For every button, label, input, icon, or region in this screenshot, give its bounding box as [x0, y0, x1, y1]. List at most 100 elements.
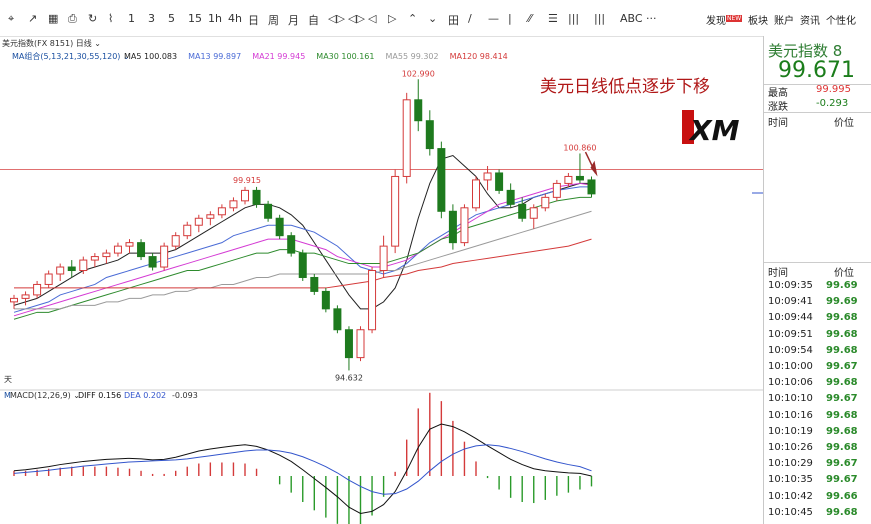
personalize-button[interactable]: 个性化 [826, 12, 856, 27]
candle-body [275, 217, 284, 237]
toolbar-item[interactable]: 日 [248, 12, 259, 28]
toolbar-item[interactable]: 1 [128, 12, 135, 25]
candle-body [472, 179, 480, 209]
draw-ray-icon[interactable]: ↗ [28, 12, 37, 25]
candle-body [391, 175, 400, 247]
candle-body [44, 273, 53, 285]
col-price-header: 价位 [834, 118, 854, 129]
candle-body [425, 120, 434, 150]
candle-body [575, 175, 584, 181]
tick-price: 99.67 [826, 361, 858, 372]
candle-body [148, 256, 157, 268]
toolbar-item[interactable]: — [488, 12, 499, 25]
draw-box-icon[interactable]: ▦ [48, 12, 58, 25]
candle-body [483, 172, 492, 181]
last-price: 99.671 [778, 58, 855, 83]
tick-row: 10:10:16 99.68 [764, 410, 871, 426]
toolbar-item[interactable]: 月 [288, 12, 299, 28]
col-price-header-2: 价位 [834, 268, 854, 279]
ma-legend-ma120: MA120 98.414 [450, 52, 508, 61]
tick-time: 10:09:51 [768, 328, 813, 340]
macd-diff-label: DIFF 0.156 [78, 391, 121, 400]
tick-price: 99.68 [826, 377, 858, 389]
toolbar-item[interactable]: 4h [228, 12, 242, 25]
toolbar-item[interactable]: ⌃ [408, 12, 417, 25]
candle-body [125, 242, 134, 247]
toolbar-item[interactable]: ◁ [368, 12, 376, 25]
candle-body [541, 196, 550, 209]
refresh-icon[interactable]: ↻ [88, 12, 97, 25]
tick-price: 99.68 [826, 409, 858, 421]
toolbar-item[interactable]: ▷ [388, 12, 396, 25]
tick-price: 99.68 [826, 425, 858, 437]
candle-body [217, 207, 226, 216]
toolbar-item[interactable]: 田 [448, 12, 459, 28]
toolbar-item[interactable]: ··· [646, 12, 657, 25]
period-unit-label: 天 [4, 375, 12, 384]
toolbar-item[interactable]: ⌄ [428, 12, 437, 25]
tick-row: 10:09:44 99.68 [764, 312, 871, 328]
news-button[interactable]: 资讯 [800, 12, 820, 27]
candle-body [21, 294, 30, 299]
ma-legend-ma55: MA55 99.302 [386, 52, 439, 61]
change-value: -0.293 [816, 98, 849, 109]
high-price-label: 102.990 [402, 69, 435, 78]
tick-price: 99.66 [826, 490, 858, 502]
toolbar-item[interactable]: 自 [308, 12, 319, 28]
candle-body [356, 329, 365, 359]
candle-body [241, 189, 249, 202]
save-icon[interactable]: ⎙ [68, 12, 77, 26]
tick-price: 99.68 [826, 312, 858, 324]
tick-time: 10:10:06 [768, 377, 813, 389]
toolbar-item[interactable]: ABC [620, 12, 643, 25]
draw-crosshair-icon[interactable]: ⌖ [8, 12, 14, 26]
tick-row: 10:09:35 99.69 [764, 280, 871, 296]
toolbar-item[interactable]: 周 [268, 12, 279, 28]
toolbar-item[interactable]: ||| [568, 12, 579, 25]
toolbar-item[interactable]: ◁▷ [328, 12, 345, 25]
toolbar-item[interactable]: 15 [188, 12, 202, 25]
toolbar-item[interactable]: 5 [168, 12, 175, 25]
candle-body [171, 235, 180, 247]
tick-price: 99.67 [826, 458, 858, 470]
tick-row: 10:10:26 99.68 [764, 442, 871, 458]
toolbar-item[interactable]: 3 [148, 12, 155, 25]
candle-body [310, 276, 319, 292]
tick-row: 10:09:51 99.68 [764, 329, 871, 345]
toolbar-item[interactable]: ||| [594, 12, 605, 25]
candle-body [229, 200, 238, 209]
candle-body [252, 189, 261, 205]
toolbar-item[interactable]: ☰ [548, 12, 558, 25]
candle-body [79, 259, 88, 272]
sector-button[interactable]: 板块 [748, 12, 768, 27]
toolbar-item[interactable]: ⁄⁄ [528, 12, 532, 25]
kline-chart[interactable]: 美元指数(FX 8151) 日线 ⌄ MA组合(5,13,21,30,55,120… [0, 36, 763, 524]
account-button[interactable]: 账户 [774, 12, 794, 27]
toolbar-item[interactable]: 1h [208, 12, 222, 25]
candle-body [102, 252, 111, 258]
candle-body [113, 245, 122, 254]
tick-row: 10:10:10 99.67 [764, 393, 871, 409]
chart-type-icon[interactable]: ⌇ [108, 12, 113, 25]
quote-panel: 美元指数 8 99.671 最高 99.995 涨跌 -0.293 时间 价位 … [763, 36, 871, 524]
candle-body [56, 266, 65, 275]
candle-body [321, 290, 330, 310]
candle-body [495, 172, 504, 191]
tick-time: 10:10:35 [768, 474, 813, 486]
discover-button[interactable]: 发现NEW [706, 12, 743, 27]
toolbar: ⌖ ↗ ▦ ⎙ ↻ ⌇ 1 3 5 15 1h 4h 日周月自 ◁▷ ◁▷ ◁ ▷ ⌃ ⌄ 田 / — | ⁄⁄ ☰ ||| |||… [0, 0, 871, 37]
tick-row: 10:10:35 99.67 [764, 474, 871, 490]
candle-body [264, 203, 273, 219]
divider [764, 262, 871, 263]
candle-body [67, 266, 76, 272]
low-price-label: 94.632 [335, 373, 363, 382]
candle-body [344, 329, 353, 359]
tick-time: 10:10:29 [768, 458, 813, 470]
toolbar-item[interactable]: ◁▷ [348, 12, 365, 25]
tick-row: 10:09:54 99.68 [764, 345, 871, 361]
candle-body [437, 148, 446, 212]
toolbar-item[interactable]: | [508, 12, 512, 25]
tick-time: 10:09:44 [768, 312, 813, 324]
toolbar-item[interactable]: / [468, 12, 472, 25]
candle-body [333, 308, 342, 331]
